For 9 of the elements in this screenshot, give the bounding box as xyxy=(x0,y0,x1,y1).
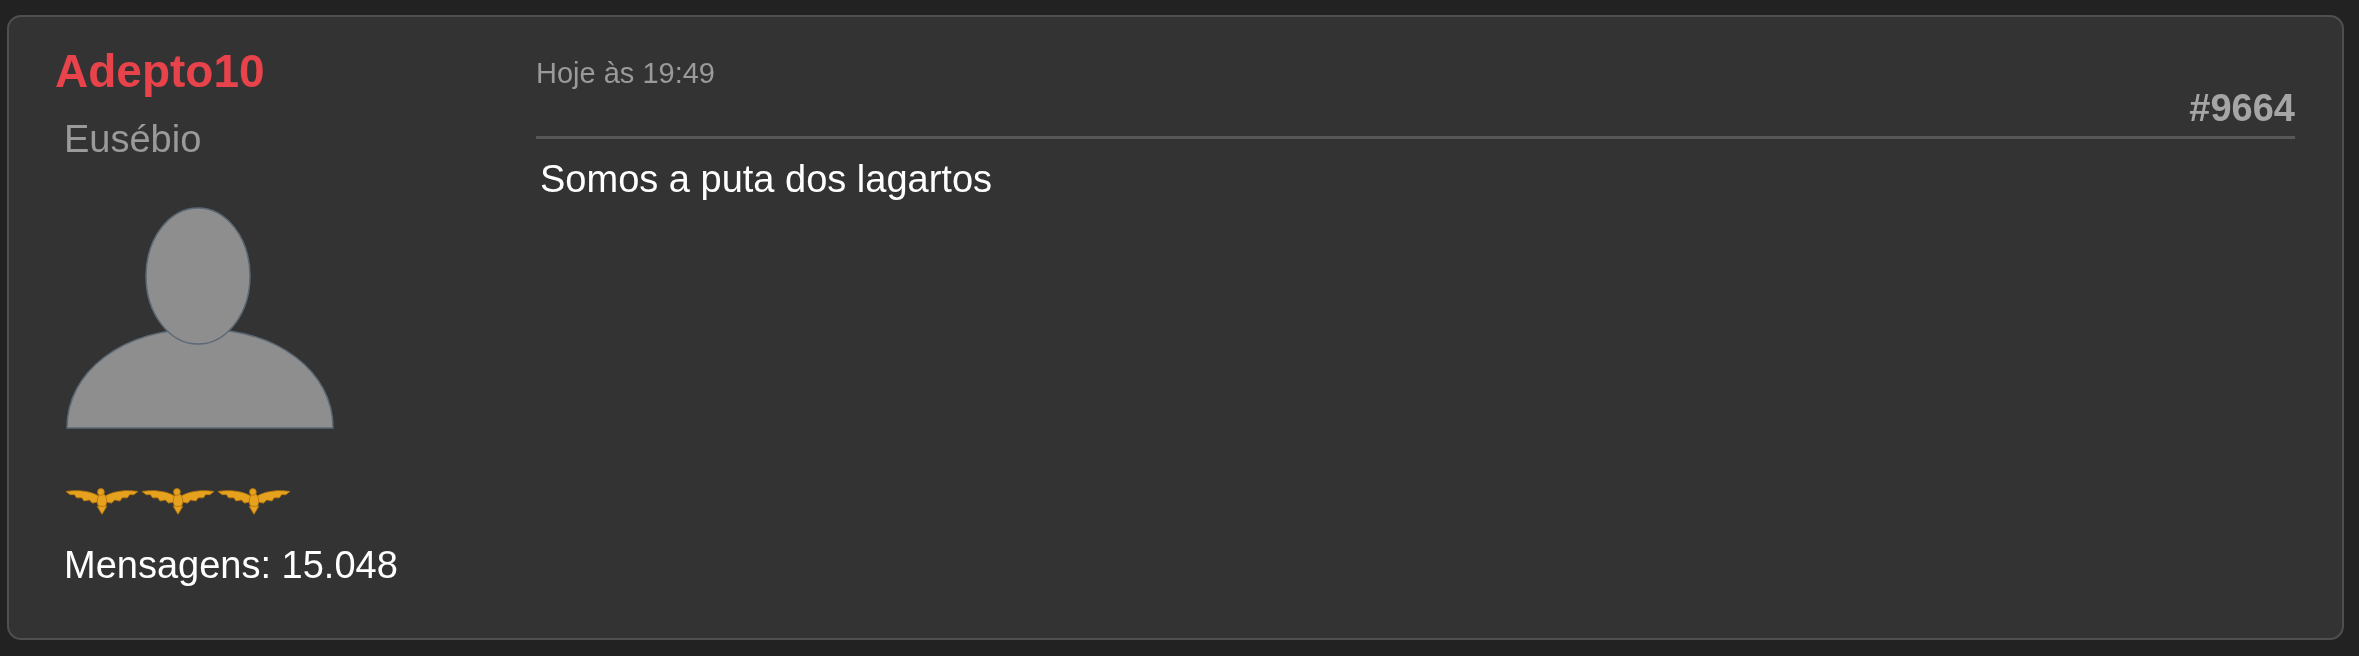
rank-title: Eusébio xyxy=(64,116,202,162)
post-body: Somos a puta dos lagartos xyxy=(540,156,994,202)
eagle-icon xyxy=(66,487,138,516)
username[interactable]: Adepto10 xyxy=(55,46,265,97)
post-timestamp: Hoje às 19:49 xyxy=(536,56,715,91)
message-count: Mensagens: 15.048 xyxy=(64,543,398,589)
eagle-icon xyxy=(142,487,214,516)
eagle-icon xyxy=(218,487,290,516)
post-number-link[interactable]: #9664 xyxy=(2189,86,2295,132)
